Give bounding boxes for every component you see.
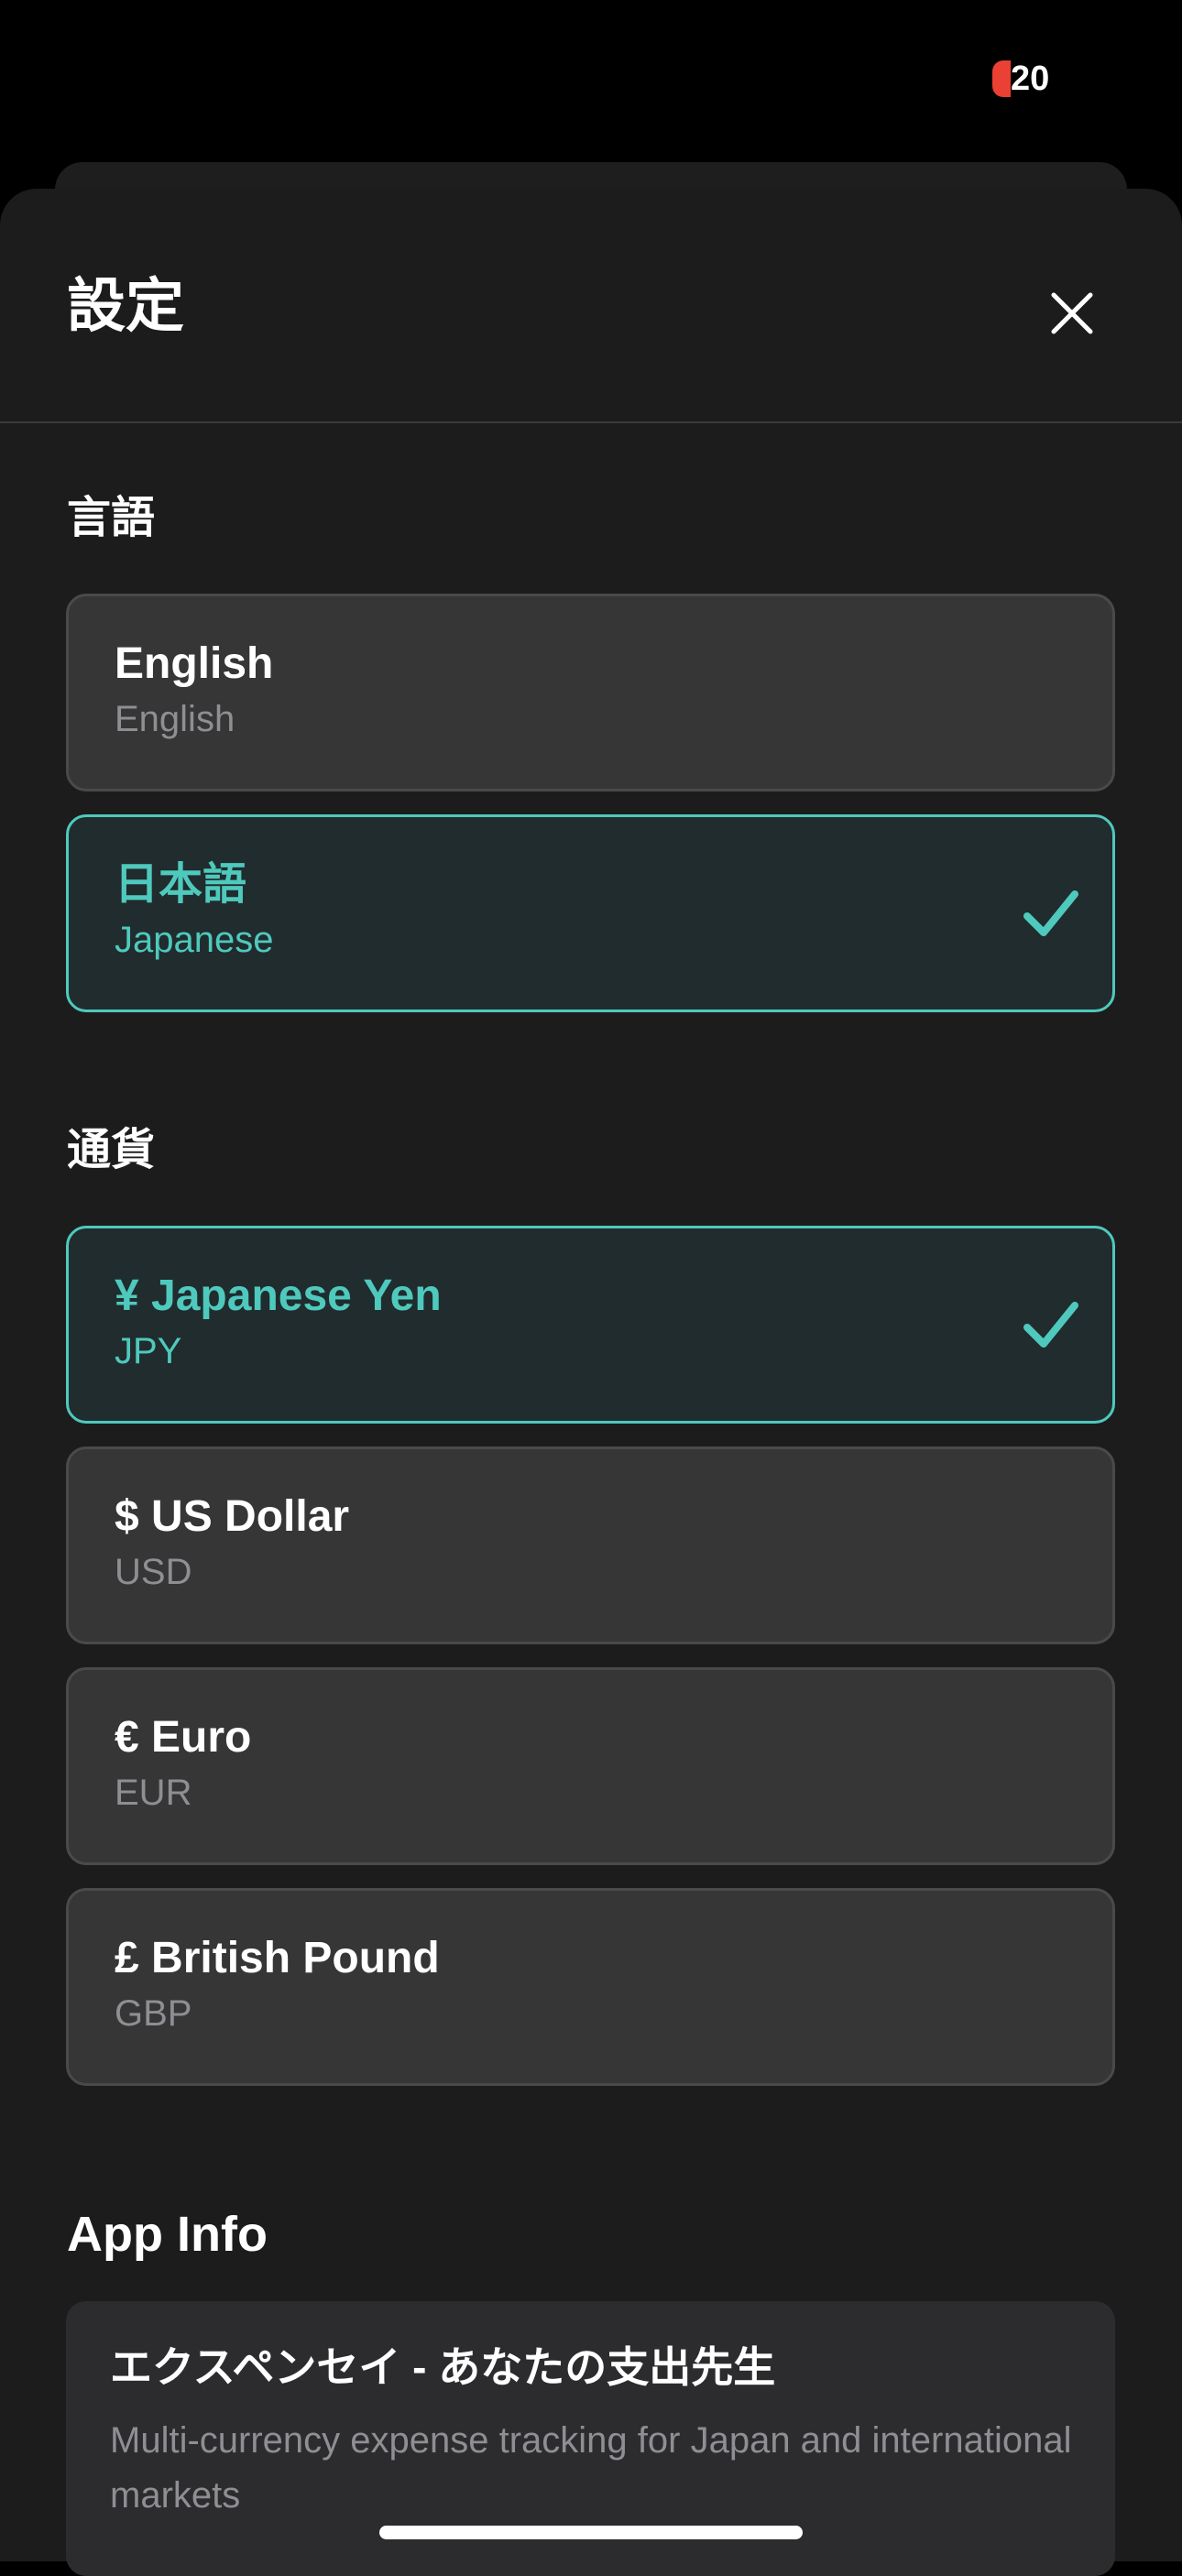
option-sublabel: USD bbox=[115, 1552, 192, 1592]
status-bar: 20 bbox=[0, 0, 1182, 160]
app-info-title: App Info bbox=[67, 2207, 268, 2262]
currency-option-gbp[interactable]: £ British Pound GBP bbox=[66, 1888, 1115, 2086]
language-option-english[interactable]: English English bbox=[66, 594, 1115, 791]
currency-option-jpy[interactable]: ¥ Japanese Yen JPY bbox=[66, 1226, 1115, 1424]
option-label: $ US Dollar bbox=[115, 1492, 350, 1541]
settings-sheet: 設定 言語 English English 日本語 Japanese 通貨 ¥ … bbox=[0, 189, 1182, 2576]
checkmark-icon bbox=[1023, 890, 1078, 936]
battery-indicator: 20 bbox=[992, 59, 1066, 99]
currency-section-title: 通貨 bbox=[67, 1126, 156, 1174]
option-sublabel: JPY bbox=[115, 1331, 182, 1371]
currency-option-usd[interactable]: $ US Dollar USD bbox=[66, 1446, 1115, 1644]
checkmark-icon bbox=[1023, 1302, 1078, 1348]
close-button[interactable] bbox=[1035, 277, 1109, 350]
option-sublabel: GBP bbox=[115, 1993, 192, 2034]
close-icon bbox=[1051, 292, 1093, 334]
option-label: £ British Pound bbox=[115, 1934, 440, 1982]
option-sublabel: Japanese bbox=[115, 920, 274, 960]
option-sublabel: EUR bbox=[115, 1773, 192, 1813]
option-sublabel: English bbox=[115, 699, 235, 739]
home-indicator[interactable] bbox=[379, 2526, 803, 2539]
option-label: 日本語 bbox=[115, 860, 247, 909]
sheet-header: 設定 bbox=[0, 189, 1182, 423]
language-option-japanese[interactable]: 日本語 Japanese bbox=[66, 814, 1115, 1012]
battery-percentage: 20 bbox=[1011, 60, 1050, 98]
option-label: English bbox=[115, 639, 274, 688]
app-description: Multi-currency expense tracking for Japa… bbox=[110, 2420, 1072, 2516]
app-name: エクスペンセイ - あなたの支出先生 bbox=[110, 2343, 776, 2391]
language-section-title: 言語 bbox=[67, 494, 156, 542]
sheet-title: 設定 bbox=[67, 273, 184, 339]
currency-option-eur[interactable]: € Euro EUR bbox=[66, 1667, 1115, 1865]
option-label: ¥ Japanese Yen bbox=[115, 1272, 442, 1320]
battery-level-icon bbox=[992, 60, 1011, 97]
option-label: € Euro bbox=[115, 1713, 252, 1762]
